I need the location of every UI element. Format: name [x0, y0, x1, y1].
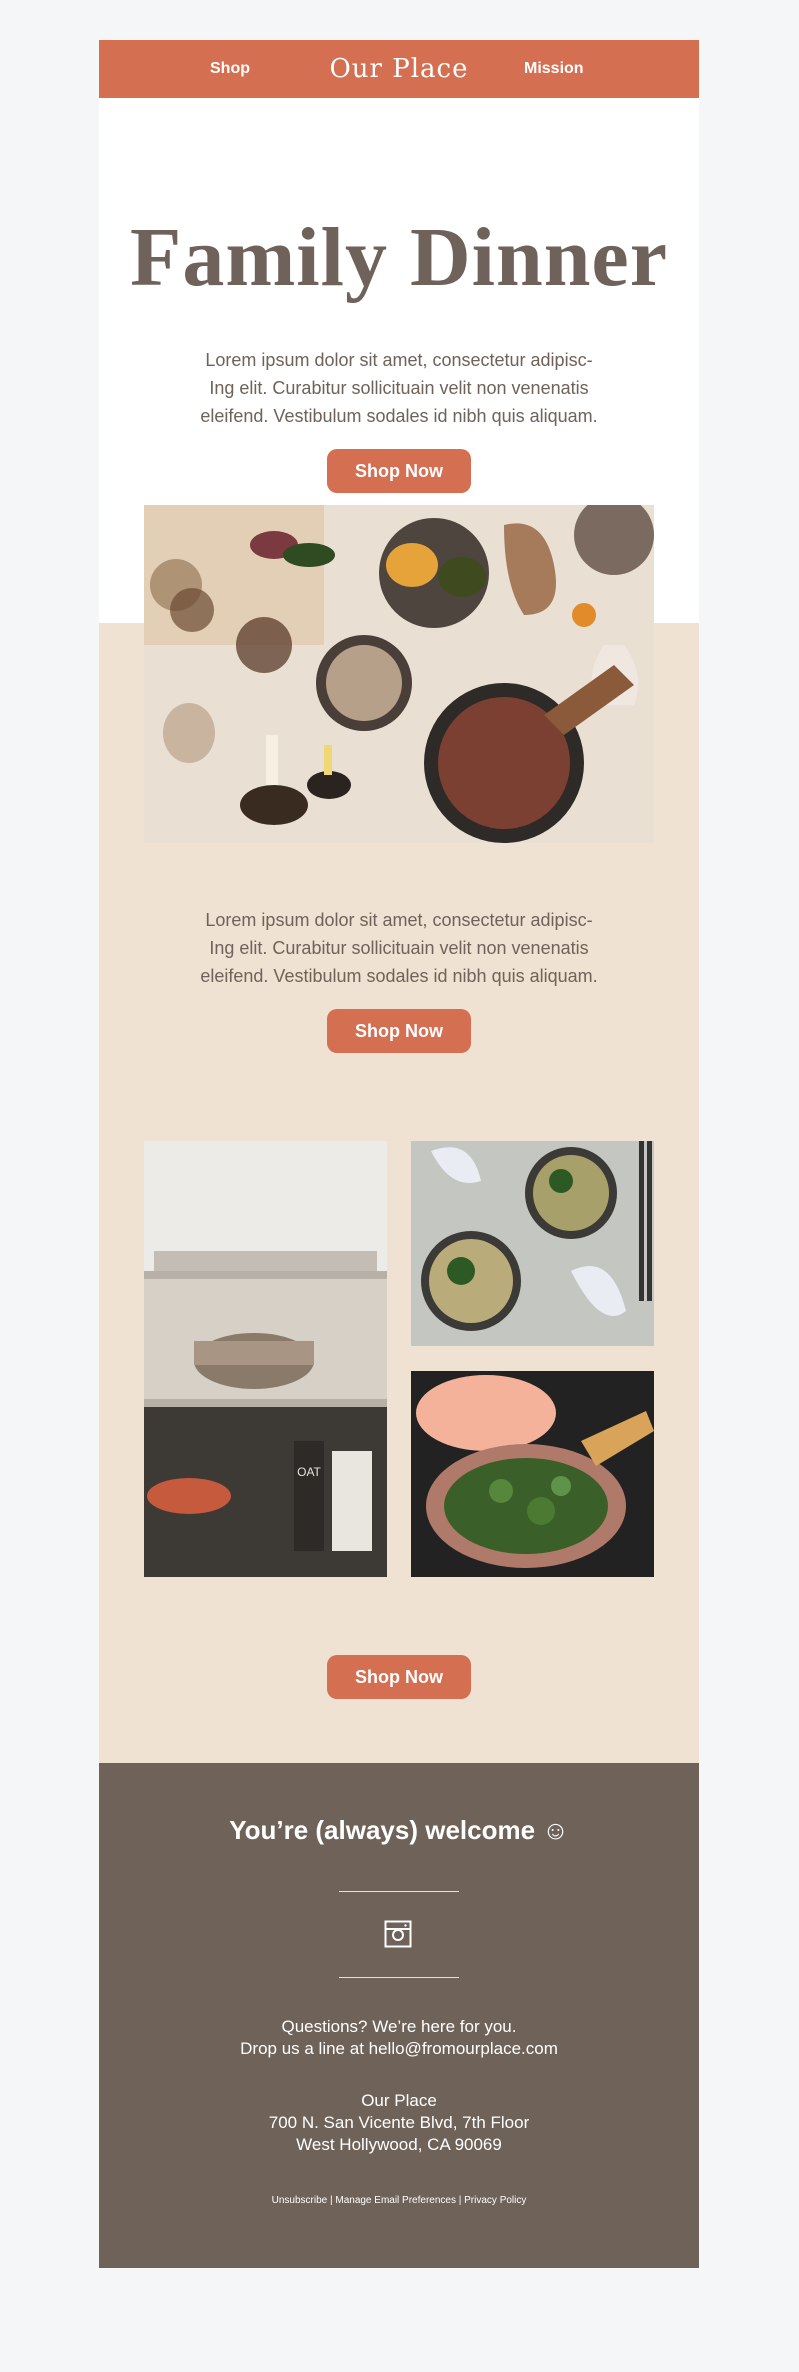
section-two-shop-now-button[interactable]: Shop Now — [327, 1009, 471, 1053]
section-two-paragraph-line: Lorem ipsum dolor sit amet, consectetur … — [205, 910, 593, 930]
footer-address-line: West Hollywood, CA 90069 — [296, 2135, 502, 2154]
footer-divider-top — [339, 1891, 459, 1892]
footer-legal-links[interactable]: Unsubscribe | Manage Email Preferences |… — [99, 2195, 699, 2206]
family-dinner-table-photo[interactable] — [144, 505, 654, 843]
hero-title: Family Dinner — [130, 211, 668, 304]
section-two-paragraph-line: Ing elit. Curabitur sollicituain velit n… — [209, 938, 589, 958]
section-two-paragraph-line: eleifend. Vestibulum sodales id nibh qui… — [200, 966, 598, 986]
footer-divider-bottom — [339, 1977, 459, 1978]
email-container: Shop Our Place Mission Family Dinner Lor… — [99, 40, 699, 2268]
bowls-photo-illustration — [411, 1141, 654, 1346]
pan-photo-illustration — [411, 1371, 654, 1577]
footer-questions-text: Questions? We’re here for you. — [281, 2017, 517, 2036]
brand-logo[interactable]: Our Place — [99, 54, 699, 84]
footer-welcome-heading: You’re (always) welcome ☺ — [229, 1815, 569, 1845]
footer-address-line: 700 N. San Vicente Blvd, 7th Floor — [268, 2113, 530, 2132]
fridge-photo-illustration: OAT — [144, 1141, 387, 1577]
hero-paragraph: Lorem ipsum dolor sit amet, consectetur … — [99, 346, 699, 430]
footer: You’re (always) welcome ☺ Questions? We’… — [99, 1763, 699, 2268]
oat-label: OAT — [297, 1465, 321, 1479]
hero-paragraph-line: Lorem ipsum dolor sit amet, consectetur … — [205, 350, 593, 370]
instagram-icon[interactable] — [384, 1920, 412, 1948]
table-photo-illustration — [144, 505, 654, 843]
footer-company-name: Our Place — [361, 2091, 437, 2110]
fridge-photo[interactable]: OAT — [144, 1141, 387, 1577]
hero-paragraph-line: eleifend. Vestibulum sodales id nibh qui… — [200, 406, 598, 426]
hero-shop-now-button[interactable]: Shop Now — [327, 449, 471, 493]
bowls-photo[interactable] — [411, 1141, 654, 1346]
footer-email-link[interactable]: Drop us a line at hello@fromourplace.com — [99, 2038, 699, 2060]
footer-address: Our Place 700 N. San Vicente Blvd, 7th F… — [99, 2090, 699, 2156]
hero-paragraph-line: Ing elit. Curabitur sollicituain velit n… — [209, 378, 589, 398]
top-nav: Shop Our Place Mission — [99, 40, 699, 98]
footer-contact: Questions? We’re here for you. Drop us a… — [99, 2016, 699, 2060]
nav-mission-link[interactable]: Mission — [524, 60, 584, 78]
section-two-paragraph: Lorem ipsum dolor sit amet, consectetur … — [99, 906, 699, 990]
pan-photo[interactable] — [411, 1371, 654, 1577]
gallery-shop-now-button[interactable]: Shop Now — [327, 1655, 471, 1699]
